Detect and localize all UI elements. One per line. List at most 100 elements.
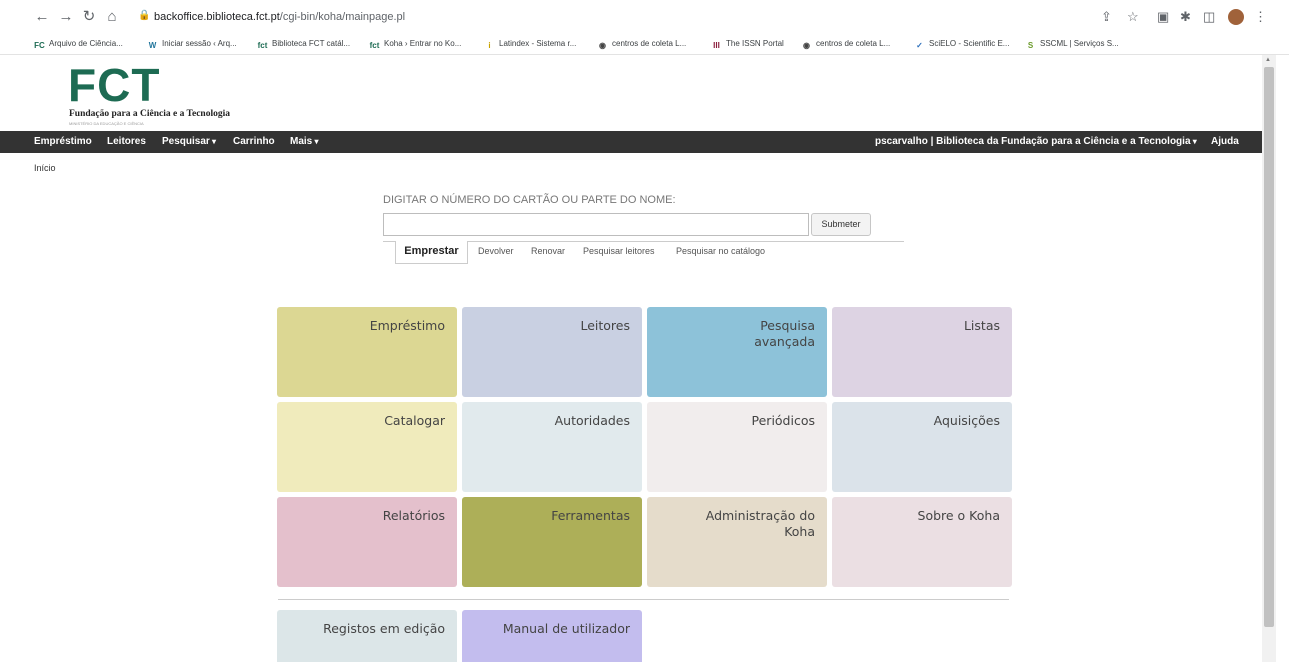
bookmark-star-icon[interactable]: ☆ bbox=[1127, 9, 1139, 25]
nav-leitores[interactable]: Leitores bbox=[107, 135, 146, 149]
logo-subtitle: MINISTÉRIO DA EDUCAÇÃO E CIÊNCIA bbox=[69, 121, 144, 126]
module-tile[interactable]: Sobre o Koha bbox=[832, 497, 1012, 587]
chevron-down-icon: ▾ bbox=[312, 137, 319, 146]
bookmark-item[interactable]: III The ISSN Portal bbox=[711, 36, 784, 51]
tab-emprestar[interactable]: Emprestar bbox=[395, 241, 468, 264]
home-icon[interactable]: ⌂ bbox=[104, 9, 120, 25]
module-tile[interactable]: Periódicos bbox=[647, 402, 827, 492]
breadcrumb[interactable]: Início bbox=[34, 163, 56, 173]
module-label: Listas bbox=[963, 318, 1000, 333]
module-label: Leitores bbox=[580, 318, 630, 333]
reload-icon[interactable]: ↻ bbox=[81, 9, 97, 25]
bookmarks-bar: FC Arquivo de Ciência... W Iniciar sessão ‹… bbox=[0, 33, 1289, 55]
url-path: /cgi-bin/koha/mainpage.pl bbox=[279, 11, 406, 23]
url-text: backoffice.biblioteca.fct.pt/cgi-bin/koh… bbox=[154, 11, 405, 23]
bookmark-label: Koha › Entrar no Ko... bbox=[384, 39, 462, 48]
chevron-down-icon: ▾ bbox=[1190, 137, 1197, 146]
module-tile[interactable]: Registos em edição bbox=[277, 610, 457, 662]
bookmark-label: Iniciar sessão ‹ Arq... bbox=[162, 39, 237, 48]
nav-user-library[interactable]: pscarvalho | Biblioteca da Fundação para… bbox=[875, 135, 1197, 149]
nav-separator: | bbox=[927, 136, 937, 147]
bookmark-globe-icon: ◉ bbox=[599, 41, 606, 50]
share-icon[interactable]: ⇪ bbox=[1101, 9, 1112, 25]
module-tile[interactable]: Aquisições bbox=[832, 402, 1012, 492]
module-label: Administração do Koha bbox=[705, 508, 815, 539]
patron-search-label: DIGITAR O NÚMERO DO CARTÃO OU PARTE DO N… bbox=[383, 194, 676, 206]
module-tile[interactable]: Relatórios bbox=[277, 497, 457, 587]
profile-avatar[interactable] bbox=[1228, 9, 1244, 25]
module-tile[interactable]: Ferramentas bbox=[462, 497, 642, 587]
bookmark-fct-icon: fct bbox=[369, 41, 380, 50]
nav-emprestimo[interactable]: Empréstimo bbox=[34, 135, 92, 149]
nav-help[interactable]: Ajuda bbox=[1211, 135, 1239, 149]
back-arrow-icon[interactable]: ← bbox=[34, 9, 50, 25]
tab-pesquisar-no-catalogo[interactable]: Pesquisar no catálogo bbox=[676, 245, 765, 257]
module-label: Relatórios bbox=[382, 508, 445, 523]
tab-renovar[interactable]: Renovar bbox=[531, 245, 565, 257]
bookmark-item[interactable]: fct Koha › Entrar no Ko... bbox=[369, 36, 462, 51]
bookmark-item[interactable]: ◉ centros de coleta L... bbox=[597, 36, 686, 51]
module-label: Pesquisa avançada bbox=[754, 318, 815, 349]
module-tile[interactable]: Autoridades bbox=[462, 402, 642, 492]
module-tile[interactable]: Listas bbox=[832, 307, 1012, 397]
page-scrollbar[interactable]: ▲ bbox=[1262, 55, 1276, 662]
module-label: Ferramentas bbox=[551, 508, 630, 523]
bookmark-issn-icon: III bbox=[713, 41, 720, 50]
patron-search-input[interactable] bbox=[383, 213, 809, 236]
module-label: Sobre o Koha bbox=[917, 508, 1000, 523]
tab-devolver[interactable]: Devolver bbox=[478, 245, 514, 257]
nav-username: pscarvalho bbox=[875, 136, 928, 147]
bookmark-item[interactable]: W Iniciar sessão ‹ Arq... bbox=[147, 36, 237, 51]
bookmark-item[interactable]: S SSCML | Serviços S... bbox=[1025, 36, 1119, 51]
browser-chrome: ← → ↻ ⌂ 🔒 backoffice.biblioteca.fct.pt/c… bbox=[0, 0, 1289, 55]
bookmark-item[interactable]: i Latindex - Sistema r... bbox=[484, 36, 576, 51]
module-tile[interactable]: Administração do Koha bbox=[647, 497, 827, 587]
module-label: Catalogar bbox=[384, 413, 445, 428]
module-tile[interactable]: Empréstimo bbox=[277, 307, 457, 397]
forward-arrow-icon[interactable]: → bbox=[58, 9, 74, 25]
url-host: backoffice.biblioteca.fct.pt bbox=[154, 11, 280, 23]
scroll-thumb[interactable] bbox=[1264, 67, 1274, 627]
module-label: Registos em edição bbox=[323, 621, 445, 636]
bookmark-scielo-icon: ✓ bbox=[916, 41, 923, 50]
module-label: Periódicos bbox=[751, 413, 815, 428]
bookmark-label: Latindex - Sistema r... bbox=[499, 39, 577, 48]
menu-kebab-icon[interactable]: ⋮ bbox=[1254, 9, 1267, 25]
module-tile[interactable]: Leitores bbox=[462, 307, 642, 397]
bookmark-item[interactable]: fct Biblioteca FCT catál... bbox=[257, 36, 351, 51]
lock-icon: 🔒 bbox=[138, 10, 151, 21]
bookmark-i-icon: i bbox=[488, 41, 491, 50]
fct-logo[interactable]: FCT Fundação para a Ciência e a Tecnolog… bbox=[68, 59, 268, 129]
module-label: Autoridades bbox=[554, 413, 630, 428]
address-bar[interactable]: 🔒 backoffice.biblioteca.fct.pt/cgi-bin/k… bbox=[126, 6, 1186, 28]
module-label: Empréstimo bbox=[369, 318, 445, 333]
side-panel-icon[interactable]: ◫ bbox=[1203, 9, 1215, 25]
nav-pesquisar[interactable]: Pesquisar ▾ bbox=[162, 135, 216, 149]
nav-mais[interactable]: Mais ▾ bbox=[290, 135, 318, 149]
module-tile[interactable]: Catalogar bbox=[277, 402, 457, 492]
bookmark-item[interactable]: ◉ centros de coleta L... bbox=[801, 36, 890, 51]
chevron-down-icon: ▾ bbox=[209, 137, 217, 146]
module-label: Manual de utilizador bbox=[502, 621, 630, 636]
bookmark-globe-icon: ◉ bbox=[803, 41, 810, 50]
submit-button[interactable]: Submeter bbox=[811, 213, 871, 236]
bookmark-item[interactable]: ✓ SciELO - Scientific E... bbox=[914, 36, 1009, 51]
module-tile[interactable]: Pesquisa avançada bbox=[647, 307, 827, 397]
tab-pesquisar-leitores[interactable]: Pesquisar leitores bbox=[583, 245, 655, 257]
scroll-up-arrow-icon[interactable]: ▲ bbox=[1265, 57, 1271, 63]
bookmark-label: centros de coleta L... bbox=[612, 39, 687, 48]
browser-toolbar: ← → ↻ ⌂ 🔒 backoffice.biblioteca.fct.pt/c… bbox=[0, 0, 1289, 33]
extension-icon[interactable]: ▣ bbox=[1157, 9, 1169, 25]
nav-library-name: Biblioteca da Fundação para a Ciência e … bbox=[936, 136, 1191, 147]
main-navbar: Empréstimo Leitores Pesquisar ▾ Carrinho Mai… bbox=[0, 131, 1262, 153]
bookmark-item[interactable]: FC Arquivo de Ciência... bbox=[34, 36, 123, 51]
bookmark-label: centros de coleta L... bbox=[816, 39, 891, 48]
nav-carrinho[interactable]: Carrinho bbox=[233, 135, 275, 149]
puzzle-icon[interactable]: ✱ bbox=[1180, 9, 1191, 25]
bookmark-label: Biblioteca FCT catál... bbox=[272, 39, 351, 48]
module-tile[interactable]: Manual de utilizador bbox=[462, 610, 642, 662]
bookmark-label: Arquivo de Ciência... bbox=[49, 39, 123, 48]
bookmark-label: SSCML | Serviços S... bbox=[1040, 39, 1119, 48]
logo-mark: FCT bbox=[68, 59, 161, 111]
koha-page: FCT Fundação para a Ciência e a Tecnolog… bbox=[0, 55, 1262, 662]
